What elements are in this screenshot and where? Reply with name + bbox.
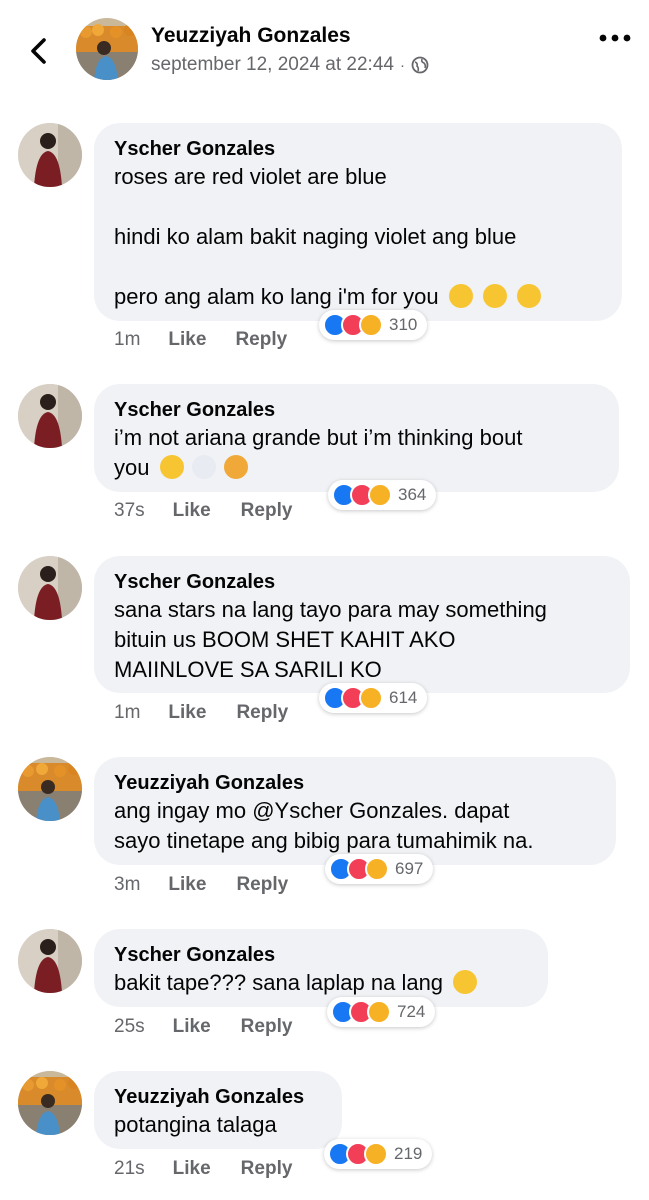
reply-button[interactable]: Reply [236,874,288,896]
comment-author[interactable]: Yeuzziyah Gonzales [114,770,596,796]
haha-reaction-icon [368,483,392,507]
reaction-count: 219 [394,1144,423,1163]
haha-reaction-icon [359,686,383,710]
more-options-icon[interactable] [598,28,632,48]
comment-actions: 21s Like Reply [114,1158,292,1180]
bowing-emoji [223,455,248,479]
comment-actions: 1m Like Reply [114,329,287,351]
comment-time[interactable]: 3m [114,874,140,896]
reaction-summary[interactable]: 614 [319,683,428,713]
sweat-smile-emoji [453,970,478,994]
meta-separator: · [399,56,405,74]
post-author-name[interactable]: Yeuzziyah Gonzales [151,24,351,48]
avatar[interactable] [18,757,82,821]
avatar[interactable] [18,929,82,993]
comment-time[interactable]: 37s [114,500,145,522]
comment-actions: 1m Like Reply [114,702,288,724]
comment-bubble: Yscher Gonzales bakit tape??? sana lapla… [94,929,548,1007]
reaction-count: 614 [389,688,418,707]
like-button[interactable]: Like [173,1016,211,1038]
comment-bubble: Yscher Gonzales roses are red violet are… [94,123,622,321]
comment-text: potangina talaga [114,1112,277,1137]
reaction-summary[interactable]: 219 [324,1139,433,1169]
comment-text: ang ingay mo @Yscher Gonzales. dapat say… [114,798,534,853]
comment-actions: 3m Like Reply [114,874,288,896]
avatar[interactable] [18,1071,82,1135]
avatar[interactable] [18,556,82,620]
avatar[interactable] [18,123,82,187]
reply-button[interactable]: Reply [235,329,287,351]
haha-reaction-icon [367,1000,391,1024]
reaction-count: 697 [395,859,424,878]
thought-bubble-emoji [191,455,216,479]
reaction-count: 310 [389,315,418,334]
like-button[interactable]: Like [168,702,206,724]
reply-button[interactable]: Reply [241,500,293,522]
comment-text: bakit tape??? sana laplap na lang [114,968,528,998]
comment-author[interactable]: Yscher Gonzales [114,136,602,162]
haha-reaction-icon [359,313,383,337]
comment-time[interactable]: 1m [114,702,140,724]
comment-bubble: Yeuzziyah Gonzales potangina talaga [94,1071,342,1149]
comment-text: roses are red violet are blue hindi ko a… [114,162,602,312]
comment-actions: 37s Like Reply [114,500,292,522]
post-timestamp[interactable]: september 12, 2024 at 22:44 [151,54,394,76]
like-button[interactable]: Like [168,329,206,351]
comment-author[interactable]: Yscher Gonzales [114,397,599,423]
reaction-summary[interactable]: 697 [325,854,434,884]
like-button[interactable]: Like [173,500,211,522]
reply-button[interactable]: Reply [236,702,288,724]
post-meta: september 12, 2024 at 22:44 · [151,54,429,76]
comment-author[interactable]: Yscher Gonzales [114,569,610,595]
haha-reaction-icon [364,1142,388,1166]
reaction-count: 364 [398,485,427,504]
like-button[interactable]: Like [168,874,206,896]
reaction-summary[interactable]: 364 [328,480,437,510]
reply-button[interactable]: Reply [241,1016,293,1038]
comment-time[interactable]: 25s [114,1016,145,1038]
comment-bubble: Yeuzziyah Gonzales ang ingay mo @Yscher … [94,757,616,865]
comment-bubble: Yscher Gonzales sana stars na lang tayo … [94,556,630,693]
heart-eyes-emoji [448,284,473,308]
kiss-emoji [516,284,541,308]
back-arrow-icon[interactable] [24,34,54,68]
comment-actions: 25s Like Reply [114,1016,292,1038]
reaction-count: 724 [397,1002,426,1021]
haha-reaction-icon [365,857,389,881]
comment-author[interactable]: Yscher Gonzales [114,942,528,968]
like-button[interactable]: Like [173,1158,211,1180]
post-header: Yeuzziyah Gonzales september 12, 2024 at… [0,0,649,100]
comment-time[interactable]: 1m [114,329,140,351]
globe-icon [411,56,429,74]
comment-author[interactable]: Yeuzziyah Gonzales [114,1084,322,1110]
comment-bubble: Yscher Gonzales i’m not ariana grande bu… [94,384,619,492]
avatar[interactable] [18,384,82,448]
reaction-summary[interactable]: 310 [319,310,428,340]
reaction-summary[interactable]: 724 [327,997,436,1027]
comment-text: sana stars na lang tayo para may somethi… [114,597,547,682]
reply-button[interactable]: Reply [241,1158,293,1180]
comment-time[interactable]: 21s [114,1158,145,1180]
grin-emoji [482,284,507,308]
thinking-emoji [159,455,184,479]
avatar[interactable] [76,18,138,80]
comment-text: i’m not ariana grande but i’m thinking b… [114,425,523,480]
